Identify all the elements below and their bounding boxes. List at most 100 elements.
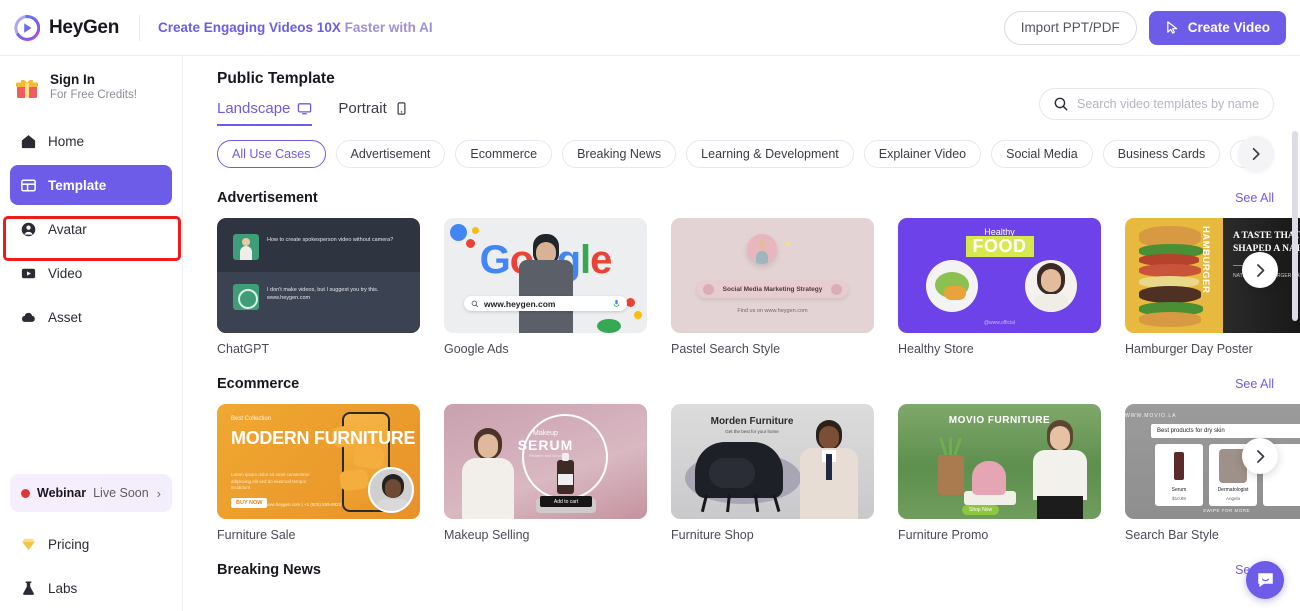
sidebar-item-avatar[interactable]: Avatar <box>10 209 172 249</box>
healthy-handle-text: @www.official <box>983 320 1016 326</box>
section-title-breaking-news: Breaking News <box>217 562 321 578</box>
gift-icon <box>16 79 38 98</box>
chip-business-cards[interactable]: Business Cards <box>1102 140 1221 168</box>
search-box[interactable] <box>1039 88 1274 120</box>
carousel-next-advertisement[interactable] <box>1242 252 1278 288</box>
sidebar-item-labs[interactable]: Labs <box>10 568 172 608</box>
healthy-presenter <box>1025 260 1077 312</box>
chip-social-media[interactable]: Social Media <box>991 140 1093 168</box>
sidebar-item-asset[interactable]: Asset <box>10 297 172 337</box>
template-card-hamburger-day-poster[interactable]: HAMBURGER A TASTE THAT SHAPED A NATION N… <box>1125 218 1300 356</box>
microphone-icon <box>613 299 620 307</box>
sign-in-subtitle: For Free Credits! <box>50 89 137 101</box>
chip-learning-development[interactable]: Learning & Development <box>686 140 854 168</box>
google-search-text: www.heygen.com <box>484 298 556 309</box>
promo-cta-text: Shop Now <box>962 505 1000 515</box>
modern-contact-text: www.heygen.com | +1 (800) 555-8823 <box>265 502 342 507</box>
template-card-label: Makeup Selling <box>444 528 530 542</box>
import-ppt-pdf-button[interactable]: Import PPT/PDF <box>1003 10 1137 45</box>
sidebar-item-home[interactable]: Home <box>10 121 172 161</box>
template-card-label: Search Bar Style <box>1125 528 1219 542</box>
scrollbar-thumb[interactable] <box>1292 131 1298 321</box>
thumbnail-pastel-search: ✦ Social Media Marketing Strategy Find u… <box>671 218 874 333</box>
card-row-ecommerce: Best Collection MODERN FURNITURE Lorem i… <box>217 404 1300 542</box>
template-card-healthy-store[interactable]: Healthy FOOD @www.official Healthy Store <box>898 218 1101 356</box>
cursor-plus-icon <box>1166 21 1177 34</box>
section-title-advertisement: Advertisement <box>217 190 318 206</box>
google-search-bar: www.heygen.com <box>464 296 627 311</box>
thumbnail-google-ads: Google www.heygen.com <box>444 218 647 333</box>
template-card-furniture-shop[interactable]: Morden Furniture Get the best for your h… <box>671 404 874 542</box>
tagline-primary: Create Engaging Videos 10X <box>158 20 341 35</box>
template-card-label: Pastel Search Style <box>671 342 781 356</box>
chip-advertisement[interactable]: Advertisement <box>335 140 446 168</box>
search-query-text: Best products for dry skin <box>1157 428 1225 434</box>
top-bar: HeyGen Create Engaging Videos 10X Faster… <box>0 0 1300 56</box>
main-inner: Public Template Landscape Portrait Searc… <box>183 56 1300 611</box>
template-card-chatgpt[interactable]: How to create spokesperson video without… <box>217 218 420 356</box>
template-card-label: Furniture Promo <box>898 528 989 542</box>
template-card-pastel-search-style[interactable]: ✦ Social Media Marketing Strategy Find u… <box>671 218 874 356</box>
sidebar-item-video[interactable]: Video <box>10 253 172 293</box>
chat-support-button[interactable] <box>1246 561 1284 599</box>
sign-in-text: Sign In For Free Credits! <box>50 72 137 103</box>
tagline-secondary: Faster with AI <box>340 20 433 35</box>
create-video-button[interactable]: Create Video <box>1148 10 1286 45</box>
chatgpt-answer-text: I don't make videos, but I suggest you t… <box>267 287 379 301</box>
sidebar-lower: Webinar Live Soon › Pricing Labs <box>0 474 182 611</box>
template-card-label: Google Ads <box>444 342 509 356</box>
avatar-icon <box>20 221 37 238</box>
flask-icon <box>20 580 37 597</box>
carousel-next-ecommerce[interactable] <box>1242 438 1278 474</box>
template-icon <box>20 177 37 194</box>
heygen-app: HeyGen Create Engaging Videos 10X Faster… <box>0 0 1300 611</box>
heygen-logo-icon <box>14 14 40 41</box>
chip-explainer-video[interactable]: Explainer Video <box>863 140 982 168</box>
sidebar-item-pricing[interactable]: Pricing <box>10 524 172 564</box>
sidebar-item-template[interactable]: Template <box>10 165 172 205</box>
tab-landscape[interactable]: Landscape <box>217 100 313 126</box>
search-swipe-text: SWIPE FOR MORE <box>1202 508 1250 513</box>
template-card-label: Furniture Sale <box>217 528 296 542</box>
sidebar-item-label-labs: Labs <box>48 580 78 596</box>
chips-next-button[interactable] <box>1238 136 1274 172</box>
see-all-advertisement[interactable]: See All <box>1235 191 1274 205</box>
template-card-label: ChatGPT <box>217 342 270 356</box>
google-presenter <box>518 234 573 333</box>
brand-name: HeyGen <box>49 16 120 38</box>
pastel-search-bar: Social Media Marketing Strategy <box>697 281 848 298</box>
mfurn-title-text: Morden Furniture <box>710 416 794 427</box>
search-brand-text: WWW.MOVIO.LA <box>1125 413 1177 419</box>
product-1-price: $10.99 <box>1172 496 1186 501</box>
see-all-ecommerce[interactable]: See All <box>1235 377 1274 391</box>
template-card-furniture-promo[interactable]: MOVIO FURNITURE Shop Now Furniture Promo <box>898 404 1101 542</box>
template-card-furniture-sale[interactable]: Best Collection MODERN FURNITURE Lorem i… <box>217 404 420 542</box>
chip-breaking-news[interactable]: Breaking News <box>562 140 677 168</box>
sidebar-item-label-pricing: Pricing <box>48 536 90 552</box>
sign-in-row[interactable]: Sign In For Free Credits! <box>0 64 182 111</box>
chip-ecommerce[interactable]: Ecommerce <box>455 140 553 168</box>
product-2-price: Angela <box>1225 496 1240 501</box>
template-card-search-bar-style[interactable]: WWW.MOVIO.LA Best products for dry skin … <box>1125 404 1300 542</box>
mfurn-sub-text: Get the best for your home <box>725 429 779 434</box>
brand-divider <box>139 14 141 41</box>
scrollbar[interactable] <box>1291 56 1298 611</box>
template-card-label: Healthy Store <box>898 342 974 356</box>
sidebar-nav: Home Template Avatar Video Asset <box>0 121 182 337</box>
monitor-icon <box>298 103 312 115</box>
burger-vertical-text: HAMBURGER <box>1200 226 1211 294</box>
template-card-label: Furniture Shop <box>671 528 754 542</box>
template-card-makeup-selling[interactable]: Makeup SERUM Reliable and clean Add to c… <box>444 404 647 542</box>
brand-logo[interactable]: HeyGen <box>14 14 137 41</box>
template-card-google-ads[interactable]: Google www.heygen.com Google <box>444 218 647 356</box>
live-dot-icon <box>21 488 30 498</box>
webinar-banner[interactable]: Webinar Live Soon › <box>10 474 172 512</box>
tab-portrait[interactable]: Portrait <box>338 100 408 126</box>
burger-headline: A TASTE THAT SHAPED A NATION <box>1233 231 1300 254</box>
webinar-label: Webinar <box>37 486 87 500</box>
chatgpt-bot-avatar <box>233 284 259 310</box>
chip-all-use-cases[interactable]: All Use Cases <box>217 140 326 168</box>
webinar-status: Live Soon <box>93 486 149 500</box>
search-input[interactable] <box>1077 97 1260 111</box>
sidebar-item-label-asset: Asset <box>48 309 82 325</box>
